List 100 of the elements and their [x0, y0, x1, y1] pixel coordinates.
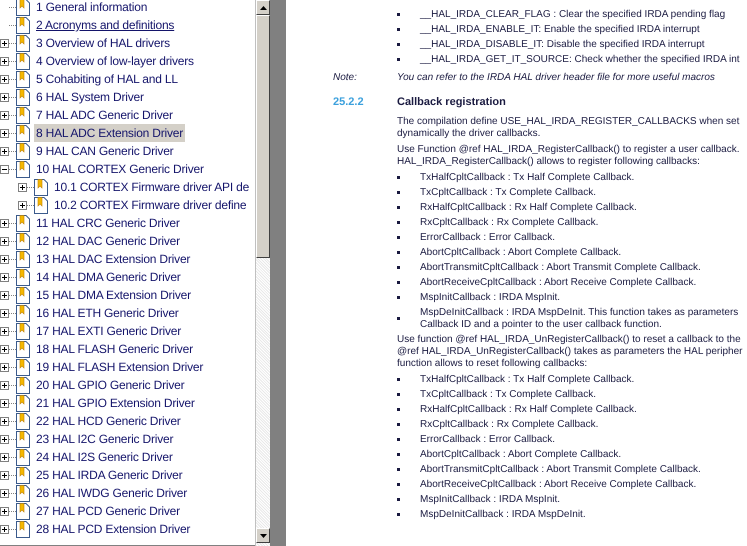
bookmark-item[interactable]: 9 HAL CAN Generic Driver	[34, 142, 176, 160]
bookmark-item[interactable]: 11 HAL CRC Generic Driver	[34, 214, 182, 232]
up-arrow-icon	[260, 6, 266, 10]
bullet-icon	[397, 483, 400, 486]
bullet-text: RxHalfCpltCallback : Rx Half Complete Callback.	[420, 202, 637, 214]
expand-toggle[interactable]	[0, 470, 9, 480]
bookmark-page-icon	[16, 358, 30, 376]
expand-toggle[interactable]	[0, 92, 9, 102]
plus-icon	[2, 382, 7, 388]
bullet-icon	[397, 296, 400, 299]
bookmark-item[interactable]: 5 Cohabiting of HAL and LL	[34, 70, 180, 88]
scroll-down-button[interactable]	[256, 528, 270, 543]
bookmark-item[interactable]: 10.1 CORTEX Firmware driver API de	[52, 178, 252, 196]
expand-toggle[interactable]	[0, 56, 9, 66]
plus-icon	[2, 76, 7, 82]
expand-toggle[interactable]	[0, 488, 9, 498]
bookmark-item[interactable]: 10.2 CORTEX Firmware driver define	[52, 196, 248, 214]
bookmark-page-icon	[16, 376, 30, 394]
bullet-icon	[397, 438, 400, 441]
scroll-thumb[interactable]	[256, 15, 270, 258]
plus-icon	[2, 418, 7, 424]
bookmark-page-icon	[16, 142, 30, 160]
expand-toggle[interactable]	[0, 416, 9, 426]
bookmark-item[interactable]: 3 Overview of HAL drivers	[34, 34, 172, 52]
expand-toggle[interactable]	[0, 344, 9, 354]
bullet-icon	[397, 251, 400, 254]
expand-toggle[interactable]	[0, 380, 9, 390]
expand-toggle[interactable]	[0, 398, 9, 408]
expand-toggle[interactable]	[0, 326, 9, 336]
bookmark-page-icon	[16, 520, 30, 538]
expand-toggle[interactable]	[0, 452, 9, 462]
expand-toggle[interactable]	[0, 74, 9, 84]
bookmark-page-icon	[16, 124, 30, 142]
bookmark-page-icon	[16, 394, 30, 412]
bookmark-item[interactable]: 22 HAL HCD Generic Driver	[34, 412, 183, 430]
expand-toggle[interactable]	[0, 524, 9, 534]
bookmark-item[interactable]: 20 HAL GPIO Generic Driver	[34, 376, 186, 394]
bullet-icon	[397, 191, 400, 194]
scrollbar[interactable]	[255, 0, 270, 546]
bullet-icon	[397, 266, 400, 269]
bookmark-item[interactable]: 2 Acronyms and definitions	[34, 16, 176, 34]
bullet-icon	[397, 176, 400, 179]
bookmark-item[interactable]: 27 HAL PCD Generic Driver	[34, 502, 182, 520]
expand-toggle[interactable]	[0, 38, 9, 48]
expand-toggle[interactable]	[18, 200, 27, 210]
paragraph: Use function @ref HAL_IRDA_UnRegisterCallback() to reset a callback to the @ref HAL_IRDA_UnRegisterCallback() takes as parameters the HAL peripher function allows to reset following callbacks:	[397, 334, 744, 370]
bookmark-page-icon	[16, 412, 30, 430]
expand-toggle[interactable]	[18, 182, 27, 192]
bookmark-item[interactable]: 6 HAL System Driver	[34, 88, 146, 106]
bookmark-item[interactable]: 26 HAL IWDG Generic Driver	[34, 484, 190, 502]
plus-icon	[20, 202, 25, 208]
bookmark-item[interactable]: 23 HAL I2C Generic Driver	[34, 430, 176, 448]
bookmark-item[interactable]: 13 HAL DAC Extension Driver	[34, 250, 192, 268]
bullet-icon	[397, 13, 400, 16]
expand-toggle[interactable]	[0, 146, 9, 156]
bookmark-page-icon	[16, 34, 30, 52]
bullet-icon	[397, 43, 400, 46]
bookmark-item[interactable]: 7 HAL ADC Generic Driver	[34, 106, 175, 124]
bookmark-item[interactable]: 19 HAL FLASH Extension Driver	[34, 358, 206, 376]
scroll-up-button[interactable]	[256, 0, 270, 15]
bullet-text: __HAL_IRDA_GET_IT_SOURCE: Check whether the specified IRDA int	[420, 54, 740, 66]
plus-icon	[2, 274, 7, 280]
bookmark-item[interactable]: 18 HAL FLASH Generic Driver	[34, 340, 195, 358]
bookmark-item[interactable]: 17 HAL EXTI Generic Driver	[34, 322, 184, 340]
bullet-icon	[397, 221, 400, 224]
collapse-toggle[interactable]	[0, 164, 9, 174]
expand-toggle[interactable]	[0, 110, 9, 120]
expand-toggle[interactable]	[0, 236, 9, 246]
bookmark-item[interactable]: 24 HAL I2S Generic Driver	[34, 448, 175, 466]
plus-icon	[2, 526, 7, 532]
plus-icon	[2, 436, 7, 442]
bookmark-item[interactable]: 28 HAL PCD Extension Driver	[34, 520, 192, 538]
bookmark-item[interactable]: 8 HAL ADC Extension Driver	[34, 124, 186, 142]
expand-toggle[interactable]	[0, 272, 9, 282]
bookmark-page-icon	[16, 502, 30, 520]
bookmark-item[interactable]: 21 HAL GPIO Extension Driver	[34, 394, 197, 412]
expand-toggle[interactable]	[0, 434, 9, 444]
plus-icon	[2, 508, 7, 514]
bookmark-page-icon	[16, 160, 30, 178]
bookmark-item[interactable]: 14 HAL DMA Generic Driver	[34, 268, 183, 286]
expand-toggle[interactable]	[0, 218, 9, 228]
paragraph: The compilation define USE_HAL_IRDA_REGISTER_CALLBACKS when set dynamically the driver callbacks.	[397, 116, 740, 140]
expand-toggle[interactable]	[0, 128, 9, 138]
bullet-icon	[397, 206, 400, 209]
expand-toggle[interactable]	[0, 308, 9, 318]
bookmark-item[interactable]: 1 General information	[34, 0, 150, 16]
plus-icon	[2, 220, 7, 226]
expand-toggle[interactable]	[0, 254, 9, 264]
bookmark-item[interactable]: 25 HAL IRDA Generic Driver	[34, 466, 184, 484]
bullet-icon	[397, 423, 400, 426]
bookmark-item[interactable]: 15 HAL DMA Extension Driver	[34, 286, 193, 304]
expand-toggle[interactable]	[0, 506, 9, 516]
bookmark-item[interactable]: 12 HAL DAC Generic Driver	[34, 232, 182, 250]
bookmark-item[interactable]: 4 Overview of low-layer drivers	[34, 52, 196, 70]
bookmark-item[interactable]: 16 HAL ETH Generic Driver	[34, 304, 181, 322]
section-title: Callback registration	[397, 96, 506, 108]
bookmark-item[interactable]: 10 HAL CORTEX Generic Driver	[34, 160, 206, 178]
plus-icon	[2, 148, 7, 154]
expand-toggle[interactable]	[0, 290, 9, 300]
expand-toggle[interactable]	[0, 362, 9, 372]
